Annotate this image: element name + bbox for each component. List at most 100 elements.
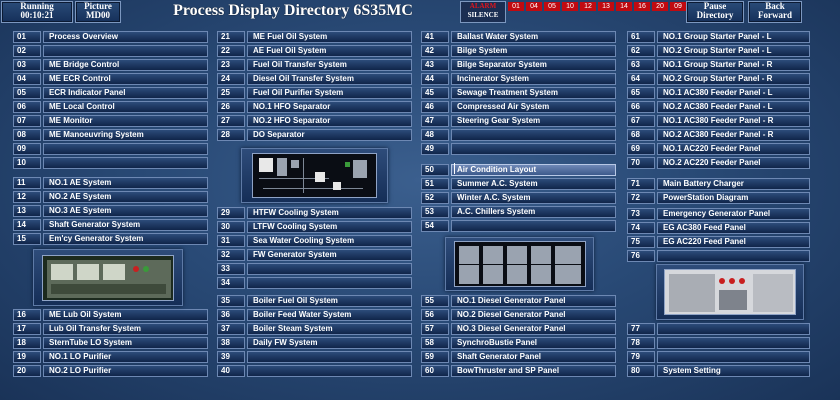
directory-item[interactable]: 62 NO.2 Group Starter Panel - L bbox=[627, 45, 810, 57]
item-label[interactable]: ME Bridge Control bbox=[43, 59, 208, 71]
directory-item[interactable]: 26 NO.1 HFO Separator bbox=[217, 101, 412, 113]
item-label[interactable]: ME Monitor bbox=[43, 115, 208, 127]
directory-item[interactable]: 19 NO.1 LO Purifier bbox=[13, 351, 208, 363]
item-label[interactable]: Summer A.C. System bbox=[451, 178, 616, 190]
alarm-code[interactable]: 05 bbox=[544, 2, 560, 11]
item-label[interactable]: Daily FW System bbox=[247, 337, 412, 349]
item-label[interactable]: LTFW Cooling System bbox=[247, 221, 412, 233]
item-label[interactable] bbox=[657, 351, 810, 363]
directory-item[interactable]: 13 NO.3 AE System bbox=[13, 205, 208, 217]
item-label[interactable]: EG AC220 Feed Panel bbox=[657, 236, 810, 248]
item-label[interactable]: Diesel Oil Transfer System bbox=[247, 73, 412, 85]
directory-item[interactable]: 03 ME Bridge Control bbox=[13, 59, 208, 71]
alarm-code[interactable]: 12 bbox=[580, 2, 596, 11]
back-forward-button[interactable]: Back Forward bbox=[748, 1, 802, 23]
directory-item[interactable]: 05 ECR Indicator Panel bbox=[13, 87, 208, 99]
directory-item[interactable]: 35 Boiler Fuel Oil System bbox=[217, 295, 412, 307]
item-label[interactable]: Fuel Oil Purifier System bbox=[247, 87, 412, 99]
directory-item[interactable]: 80 System Setting bbox=[627, 365, 810, 377]
item-label[interactable]: Lub Oil Transfer System bbox=[43, 323, 208, 335]
directory-item[interactable]: 22 AE Fuel Oil System bbox=[217, 45, 412, 57]
directory-item[interactable]: 74 EG AC380 Feed Panel bbox=[627, 222, 810, 234]
directory-item[interactable]: 34 bbox=[217, 277, 412, 289]
directory-item[interactable]: 75 EG AC220 Feed Panel bbox=[627, 236, 810, 248]
directory-item[interactable]: 58 SynchroBustie Panel bbox=[421, 337, 616, 349]
pause-directory-button[interactable]: Pause Directory bbox=[686, 1, 744, 23]
directory-item[interactable]: 14 Shaft Generator System bbox=[13, 219, 208, 231]
directory-item[interactable]: 27 NO.2 HFO Separator bbox=[217, 115, 412, 127]
item-label[interactable]: AE Fuel Oil System bbox=[247, 45, 412, 57]
directory-item[interactable]: 79 bbox=[627, 351, 810, 363]
item-label[interactable] bbox=[43, 45, 208, 57]
directory-item[interactable]: 55 NO.1 Diesel Generator Panel bbox=[421, 295, 616, 307]
item-label[interactable] bbox=[43, 157, 208, 169]
item-label[interactable]: NO.2 Diesel Generator Panel bbox=[451, 309, 616, 321]
item-label[interactable]: NO.1 AC380 Feeder Panel - L bbox=[657, 87, 810, 99]
item-label[interactable]: DO Separator bbox=[247, 129, 412, 141]
item-label[interactable]: Process Overview bbox=[43, 31, 208, 43]
directory-item[interactable]: 56 NO.2 Diesel Generator Panel bbox=[421, 309, 616, 321]
item-label[interactable]: PowerStation Diagram bbox=[657, 192, 810, 204]
directory-item[interactable]: 48 bbox=[421, 129, 616, 141]
item-label[interactable]: NO.2 AC220 Feeder Panel bbox=[657, 157, 810, 169]
item-label[interactable] bbox=[451, 220, 616, 232]
item-label[interactable]: NO.1 AC380 Feeder Panel - R bbox=[657, 115, 810, 127]
item-label[interactable] bbox=[451, 129, 616, 141]
alarm-code[interactable]: 01 bbox=[508, 2, 524, 11]
diesel-generator-preview-thumbnail[interactable] bbox=[445, 237, 594, 291]
item-label[interactable]: Boiler Fuel Oil System bbox=[247, 295, 412, 307]
item-label[interactable]: Main Battery Charger bbox=[657, 178, 810, 190]
alarm-code[interactable]: 04 bbox=[526, 2, 542, 11]
directory-item[interactable]: 40 bbox=[217, 365, 412, 377]
directory-item[interactable]: 25 Fuel Oil Purifier System bbox=[217, 87, 412, 99]
directory-item[interactable]: 53 A.C. Chillers System bbox=[421, 206, 616, 218]
directory-item[interactable]: 57 NO.3 Diesel Generator Panel bbox=[421, 323, 616, 335]
directory-item[interactable]: 09 bbox=[13, 143, 208, 155]
directory-item[interactable]: 44 Incinerator System bbox=[421, 73, 616, 85]
item-label[interactable] bbox=[247, 351, 412, 363]
directory-item[interactable]: 52 Winter A.C. System bbox=[421, 192, 616, 204]
item-label[interactable]: Incinerator System bbox=[451, 73, 616, 85]
item-label[interactable]: NO.1 AC220 Feeder Panel bbox=[657, 143, 810, 155]
directory-item[interactable]: 42 Bilge System bbox=[421, 45, 616, 57]
item-label[interactable]: NO.3 Diesel Generator Panel bbox=[451, 323, 616, 335]
item-label[interactable]: SternTube LO System bbox=[43, 337, 208, 349]
item-label[interactable]: EG AC380 Feed Panel bbox=[657, 222, 810, 234]
item-label[interactable]: Shaft Generator Panel bbox=[451, 351, 616, 363]
item-label[interactable]: System Setting bbox=[657, 365, 810, 377]
directory-item[interactable]: 78 bbox=[627, 337, 810, 349]
directory-item[interactable]: 08 ME Manoeuvring System bbox=[13, 129, 208, 141]
directory-item[interactable]: 46 Compressed Air System bbox=[421, 101, 616, 113]
alarm-code[interactable]: 09 bbox=[670, 2, 686, 11]
directory-item[interactable]: 49 bbox=[421, 143, 616, 155]
item-label[interactable]: ME Manoeuvring System bbox=[43, 129, 208, 141]
directory-item[interactable]: 43 Bilge Separator System bbox=[421, 59, 616, 71]
item-label[interactable]: ME Local Control bbox=[43, 101, 208, 113]
directory-item[interactable]: 17 Lub Oil Transfer System bbox=[13, 323, 208, 335]
item-label[interactable]: Sea Water Cooling System bbox=[247, 235, 412, 247]
item-label[interactable] bbox=[247, 277, 412, 289]
item-label[interactable]: Boiler Feed Water System bbox=[247, 309, 412, 321]
item-label[interactable]: BowThruster and SP Panel bbox=[451, 365, 616, 377]
item-label[interactable]: ME Fuel Oil System bbox=[247, 31, 412, 43]
item-label[interactable]: Steering Gear System bbox=[451, 115, 616, 127]
item-label[interactable]: NO.2 AC380 Feeder Panel - L bbox=[657, 101, 810, 113]
item-label[interactable]: HTFW Cooling System bbox=[247, 207, 412, 219]
directory-item[interactable]: 20 NO.2 LO Purifier bbox=[13, 365, 208, 377]
item-label[interactable]: NO.2 AC380 Feeder Panel - R bbox=[657, 129, 810, 141]
directory-item[interactable]: 16 ME Lub Oil System bbox=[13, 309, 208, 321]
directory-item[interactable]: 69 NO.1 AC220 Feeder Panel bbox=[627, 143, 810, 155]
item-label[interactable]: NO.2 Group Starter Panel - L bbox=[657, 45, 810, 57]
item-label[interactable] bbox=[247, 263, 412, 275]
directory-item[interactable]: 36 Boiler Feed Water System bbox=[217, 309, 412, 321]
directory-item[interactable]: 38 Daily FW System bbox=[217, 337, 412, 349]
directory-item[interactable]: 63 NO.1 Group Starter Panel - R bbox=[627, 59, 810, 71]
item-label[interactable]: NO.3 AE System bbox=[43, 205, 208, 217]
directory-item[interactable]: 67 NO.1 AC380 Feeder Panel - R bbox=[627, 115, 810, 127]
item-label[interactable]: NO.2 AE System bbox=[43, 191, 208, 203]
directory-item[interactable]: 32 FW Generator System bbox=[217, 249, 412, 261]
directory-item[interactable]: 24 Diesel Oil Transfer System bbox=[217, 73, 412, 85]
item-label[interactable]: Sewage Treatment System bbox=[451, 87, 616, 99]
directory-item[interactable]: 21 ME Fuel Oil System bbox=[217, 31, 412, 43]
alarm-code[interactable]: 13 bbox=[598, 2, 614, 11]
